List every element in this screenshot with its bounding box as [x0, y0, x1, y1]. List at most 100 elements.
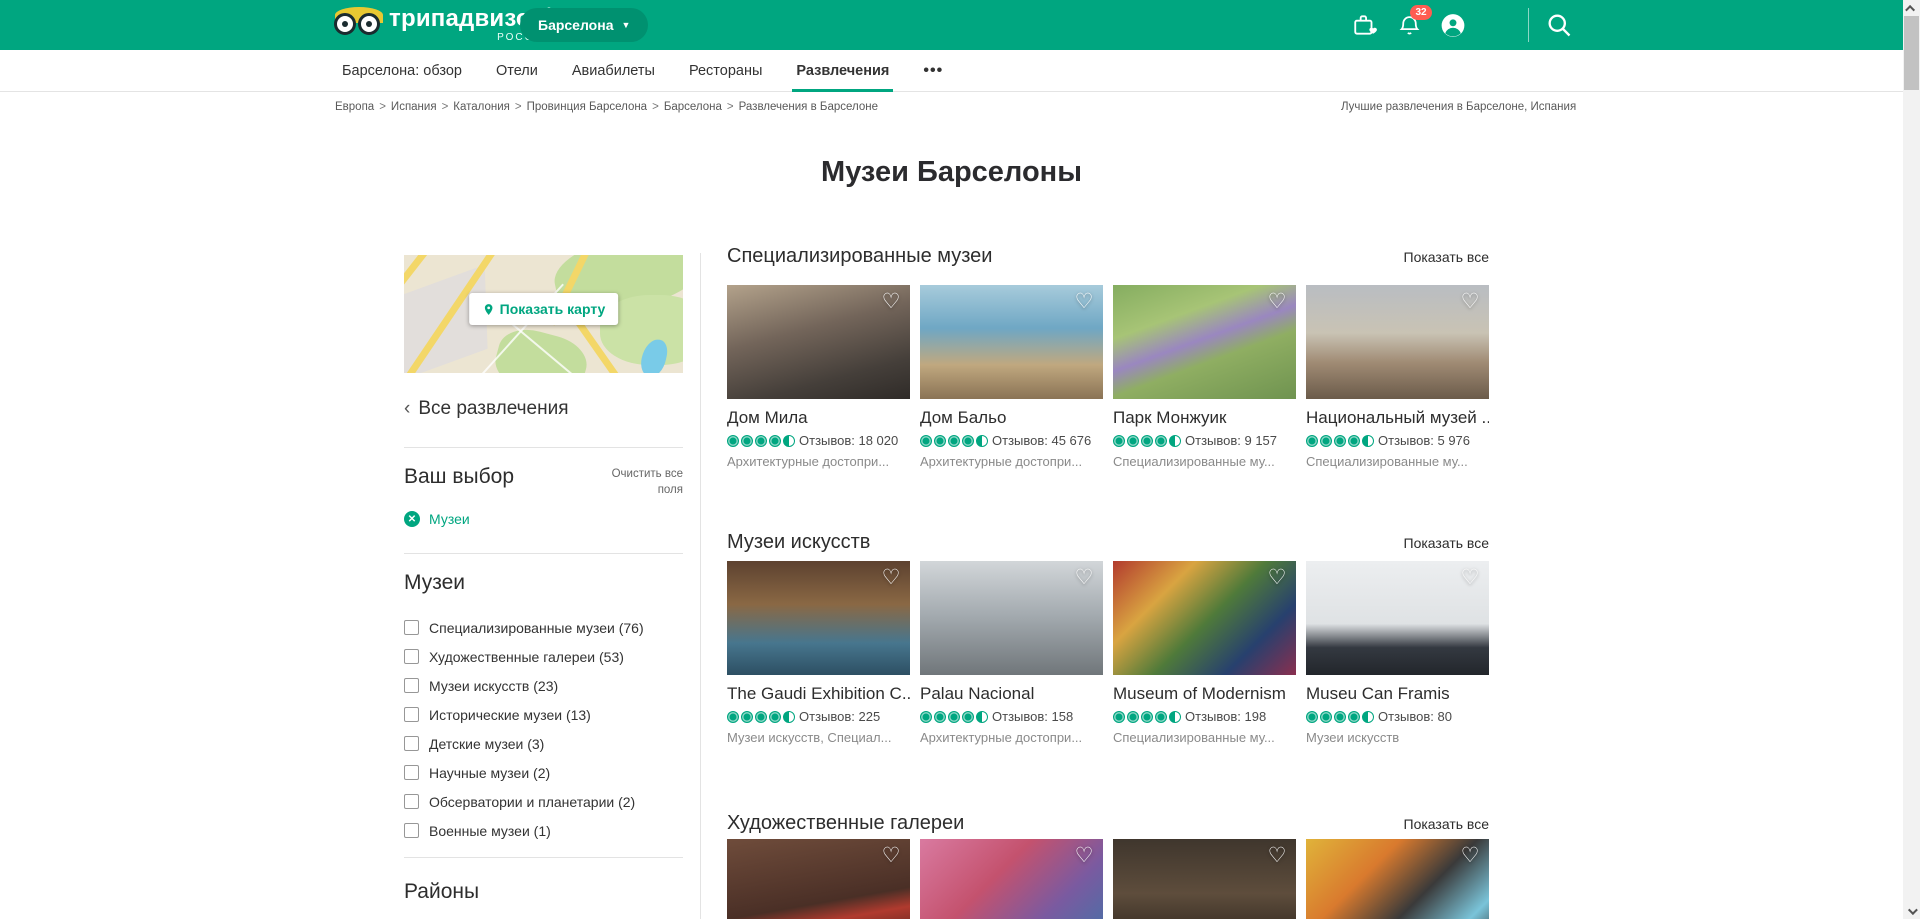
card-row: ♡ Дом Мила Отзывов: 18 020 Архитектурные… — [727, 285, 1497, 469]
card-category: Музеи искусств, Специал... — [727, 730, 910, 745]
save-heart-button[interactable]: ♡ — [1265, 290, 1289, 314]
section-title-art-museums: Музеи искусств — [727, 531, 870, 554]
breadcrumb-barcelona[interactable]: Барселона — [664, 101, 722, 113]
card-title[interactable]: Дом Бальо — [920, 408, 1103, 428]
rating-bubbles — [727, 435, 795, 447]
filter-checkbox[interactable] — [404, 620, 419, 635]
save-heart-button[interactable]: ♡ — [1458, 844, 1482, 868]
attraction-card: ♡ Дом Мила Отзывов: 18 020 Архитектурные… — [727, 285, 910, 469]
filter-checkbox[interactable] — [404, 678, 419, 693]
filter-checkbox[interactable] — [404, 794, 419, 809]
card-title[interactable]: Museu Can Framis — [1306, 684, 1489, 704]
breadcrumb-europe[interactable]: Европа — [335, 101, 374, 113]
selected-filter-tag-museums[interactable]: ✕ Музеи — [404, 511, 470, 527]
card-image[interactable]: ♡ — [1306, 839, 1489, 919]
card-title[interactable]: Парк Монжуик — [1113, 408, 1296, 428]
vertical-scrollbar[interactable] — [1903, 0, 1920, 919]
filter-specialized-museums[interactable]: Специализированные музеи (76) — [404, 613, 683, 642]
filter-children-museums[interactable]: Детские музеи (3) — [404, 729, 683, 758]
filter-science-museums[interactable]: Научные музеи (2) — [404, 758, 683, 787]
nav-attractions[interactable]: Развлечения — [796, 50, 889, 92]
card-image[interactable]: ♡ — [920, 285, 1103, 399]
filter-checkbox[interactable] — [404, 707, 419, 722]
rating-bubbles — [1113, 435, 1181, 447]
nav-more-button[interactable]: ••• — [923, 62, 943, 80]
card-row: ♡ ♡ ♡ ♡ — [727, 839, 1497, 919]
notifications-button[interactable]: 32 — [1396, 12, 1422, 38]
show-all-link-galleries[interactable]: Показать все — [1404, 816, 1489, 832]
rating-bubbles — [1306, 435, 1374, 447]
card-title[interactable]: Museum of Modernism — [1113, 684, 1296, 704]
card-image[interactable]: ♡ — [727, 561, 910, 675]
filter-checkbox[interactable] — [404, 649, 419, 664]
filter-military-museums[interactable]: Военные музеи (1) — [404, 816, 683, 845]
breadcrumb-catalonia[interactable]: Каталония — [453, 101, 510, 113]
trips-button[interactable] — [1352, 12, 1378, 38]
city-nav-bar: Барселона: обзор Отели Авиабилеты Рестор… — [0, 50, 1903, 92]
card-image[interactable]: ♡ — [1113, 839, 1296, 919]
search-icon — [1545, 11, 1573, 39]
all-attractions-back-link[interactable]: ‹Все развлечения — [404, 398, 569, 420]
save-heart-button[interactable]: ♡ — [1458, 290, 1482, 314]
city-selector-button[interactable]: Барселона ▼ — [520, 8, 648, 42]
review-count: Отзывов: 5 976 — [1378, 433, 1470, 448]
selected-filter-label: Музеи — [429, 511, 470, 527]
review-count: Отзывов: 158 — [992, 709, 1073, 724]
card-image[interactable]: ♡ — [920, 561, 1103, 675]
card-image[interactable]: ♡ — [727, 839, 910, 919]
card-image[interactable]: ♡ — [1113, 285, 1296, 399]
filter-checkbox[interactable] — [404, 736, 419, 751]
filter-checkbox[interactable] — [404, 823, 419, 838]
save-heart-button[interactable]: ♡ — [879, 566, 903, 590]
card-title[interactable]: Palau Nacional — [920, 684, 1103, 704]
sidebar-divider — [404, 447, 683, 448]
filter-art-museums[interactable]: Музеи искусств (23) — [404, 671, 683, 700]
map-preview[interactable]: Показать карту — [404, 255, 683, 373]
save-heart-button[interactable]: ♡ — [1265, 844, 1289, 868]
filter-art-galleries[interactable]: Художественные галереи (53) — [404, 642, 683, 671]
breadcrumb-spain[interactable]: Испания — [391, 101, 437, 113]
scroll-up-button[interactable] — [1903, 0, 1920, 16]
card-title[interactable]: Национальный музей ... — [1306, 408, 1489, 428]
nav-hotels[interactable]: Отели — [496, 50, 538, 92]
card-image[interactable]: ♡ — [1113, 561, 1296, 675]
header-divider — [1528, 8, 1529, 42]
card-image[interactable]: ♡ — [727, 285, 910, 399]
search-button[interactable] — [1545, 11, 1573, 39]
filter-checkbox[interactable] — [404, 765, 419, 780]
save-heart-button[interactable]: ♡ — [1072, 566, 1096, 590]
filter-history-museums[interactable]: Исторические музеи (13) — [404, 700, 683, 729]
card-title[interactable]: The Gaudi Exhibition C... — [727, 684, 910, 704]
scroll-down-button[interactable] — [1903, 903, 1920, 919]
sidebar-divider — [404, 553, 683, 554]
nav-restaurants[interactable]: Рестораны — [689, 50, 762, 92]
save-heart-button[interactable]: ♡ — [1265, 566, 1289, 590]
show-map-button[interactable]: Показать карту — [469, 293, 619, 325]
card-image[interactable]: ♡ — [1306, 561, 1489, 675]
save-heart-button[interactable]: ♡ — [879, 290, 903, 314]
card-image[interactable]: ♡ — [920, 839, 1103, 919]
save-heart-button[interactable]: ♡ — [1072, 290, 1096, 314]
show-all-link-specialized[interactable]: Показать все — [1404, 249, 1489, 265]
nav-flights[interactable]: Авиабилеты — [572, 50, 655, 92]
show-all-link-art-museums[interactable]: Показать все — [1404, 535, 1489, 551]
breadcrumb-province[interactable]: Провинция Барселона — [527, 101, 647, 113]
profile-button[interactable] — [1440, 12, 1466, 38]
card-image[interactable]: ♡ — [1306, 285, 1489, 399]
clear-all-filters-link[interactable]: Очистить все поля — [603, 467, 683, 498]
notification-count-badge: 32 — [1410, 5, 1432, 20]
attraction-card: ♡ Дом Бальо Отзывов: 45 676 Архитектурны… — [920, 285, 1103, 469]
save-heart-button[interactable]: ♡ — [879, 844, 903, 868]
save-heart-button[interactable]: ♡ — [1072, 844, 1096, 868]
attraction-card: ♡ — [1113, 839, 1296, 919]
filter-observatories[interactable]: Обсерватории и планетарии (2) — [404, 787, 683, 816]
nav-overview[interactable]: Барселона: обзор — [342, 50, 462, 92]
show-map-label: Показать карту — [500, 301, 606, 317]
scrollbar-thumb[interactable] — [1904, 16, 1919, 90]
save-heart-button[interactable]: ♡ — [1458, 566, 1482, 590]
chevron-down-icon — [1908, 905, 1918, 915]
suitcase-heart-icon — [1352, 12, 1378, 38]
card-title[interactable]: Дом Мила — [727, 408, 910, 428]
districts-filter-title: Районы — [404, 880, 479, 904]
remove-filter-icon[interactable]: ✕ — [404, 511, 420, 527]
